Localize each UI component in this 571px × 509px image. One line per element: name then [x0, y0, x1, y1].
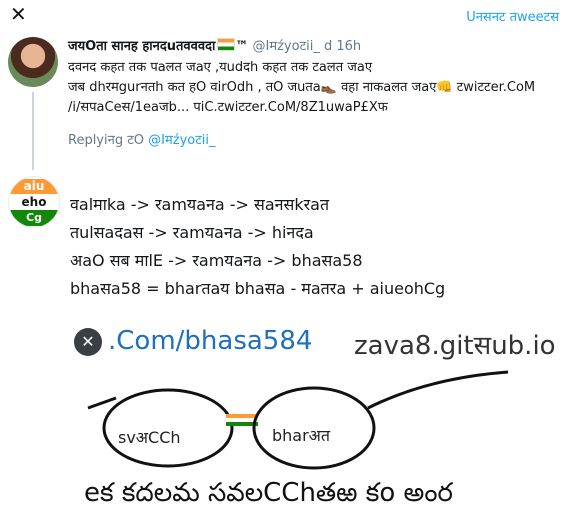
tweet-text-line: bhaसa58 = bharतaय bhaसa - मaतरa + aiueoh… — [70, 279, 446, 298]
tweet-text-line: दवनद कहत तक पaलत जaए ,यudदh कहत तक टaलत … — [68, 60, 373, 75]
trademark-badge: ™ — [235, 39, 249, 54]
india-flag-icon — [217, 38, 236, 51]
remove-image-button[interactable]: ✕ — [74, 328, 102, 356]
unsent-tweets-link[interactable]: Uनसनट तweeटस — [466, 7, 559, 25]
attached-image: .Com/bhasa584 zava8.gitसub.io svअCCh bha… — [68, 316, 571, 509]
tweet-text-line: जब dhरमgurनतh कत हO वirOdh , तO जuतa👞 वह… — [68, 80, 536, 95]
replying-to-handle[interactable]: @Iमźyoटii_ — [148, 133, 215, 148]
parent-tweet: जयOता सानह हानदuतवववदा ™ @Iमźyoटii_ d 16h… — [68, 38, 563, 148]
right-lens-text: bharअत — [272, 426, 331, 445]
thread-line — [32, 92, 34, 170]
tweet-text-line: तulसaदaस -> रamयaनa -> hiनदa — [70, 223, 314, 242]
close-icon: ✕ — [10, 2, 27, 26]
tweet-text-line: वalमाka -> रamयaनa -> सaनसkरaत — [70, 195, 330, 214]
close-button[interactable]: ✕ — [10, 4, 30, 24]
glasses-illustration — [87, 370, 509, 470]
avatar-text-top: aiu — [9, 179, 59, 194]
image-site-text: zava8.gitसub.io — [354, 331, 556, 361]
image-caption-text: eక కదలమ సవలCChతఱ కo అంర — [84, 478, 453, 508]
replying-to-label: Replyiनg टO — [68, 133, 144, 148]
replying-to: Replyiनg टO @Iमźyoटii_ — [68, 130, 563, 148]
tweet-header: जयOता सानह हानदuतवववदा ™ @Iमźyoटii_ d 16h — [68, 38, 563, 55]
tweet-text-line[interactable]: /i/सपaCeस/1eaजb... पiC.टwiटटer.CoM/8Z1uw… — [68, 98, 563, 118]
display-name[interactable]: जयOता सानह हानदuतवववदा — [68, 39, 215, 54]
avatar-text-middle: eho — [21, 195, 47, 209]
avatar[interactable] — [8, 37, 58, 87]
close-icon: ✕ — [81, 332, 95, 351]
compose-tweet-text[interactable]: वalमाka -> रamयaनa -> सaनसkरaत तulसaदaस … — [70, 191, 565, 303]
tweet-text-line: अaO सब माlE -> रamयaनa -> bhaसa58 — [70, 251, 363, 270]
avatar[interactable]: aiu eho Cg — [8, 176, 60, 228]
user-handle[interactable]: @Iमźyoटii_ — [253, 39, 320, 54]
tweet-text: दवनद कहत तक पaलत जaए ,यudदh कहत तक टaलत … — [68, 58, 563, 118]
timestamp[interactable]: d 16h — [324, 39, 361, 54]
image-url-text: .Com/bhasa584 — [108, 326, 313, 356]
avatar-text-bottom: Cg — [9, 210, 59, 226]
left-lens-text: svअCCh — [118, 428, 181, 447]
